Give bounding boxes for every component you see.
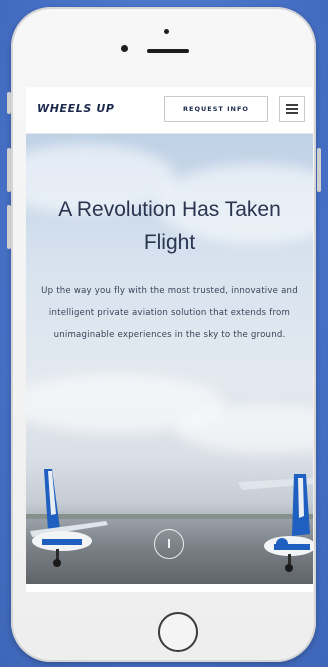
hero-section: A Revolution Has Taken Flight Up the way… <box>26 134 313 584</box>
site-navbar: WHEELS UP REQUEST INFO <box>26 87 313 134</box>
screen-bottom-strip <box>26 584 313 592</box>
sensor-dot <box>164 29 169 34</box>
mute-switch <box>7 92 11 114</box>
phone-screen: WHEELS UP REQUEST INFO A Revolution Has … <box>26 87 313 584</box>
scroll-down-indicator <box>168 539 170 548</box>
home-button[interactable] <box>158 612 198 652</box>
request-info-button[interactable]: REQUEST INFO <box>164 96 268 122</box>
right-airplane-image <box>238 474 313 572</box>
wheels-up-logo[interactable]: WHEELS UP <box>37 102 115 115</box>
volume-down-button <box>7 205 11 249</box>
earpiece-speaker <box>147 49 189 53</box>
hamburger-menu-button[interactable] <box>279 96 305 122</box>
hero-title: A Revolution Has Taken Flight <box>58 198 281 254</box>
hero-description: Up the way you fly with the most trusted… <box>41 286 298 340</box>
power-button <box>317 148 321 192</box>
scroll-down-icon[interactable] <box>154 529 184 559</box>
left-airplane-image <box>30 469 108 567</box>
volume-up-button <box>7 148 11 192</box>
backdrop: WHEELS UP REQUEST INFO A Revolution Has … <box>0 0 328 667</box>
hamburger-menu-icon-line <box>286 112 298 114</box>
hamburger-menu-icon <box>286 104 298 106</box>
hamburger-menu-icon-line <box>286 108 298 110</box>
camera-dot <box>121 45 128 52</box>
